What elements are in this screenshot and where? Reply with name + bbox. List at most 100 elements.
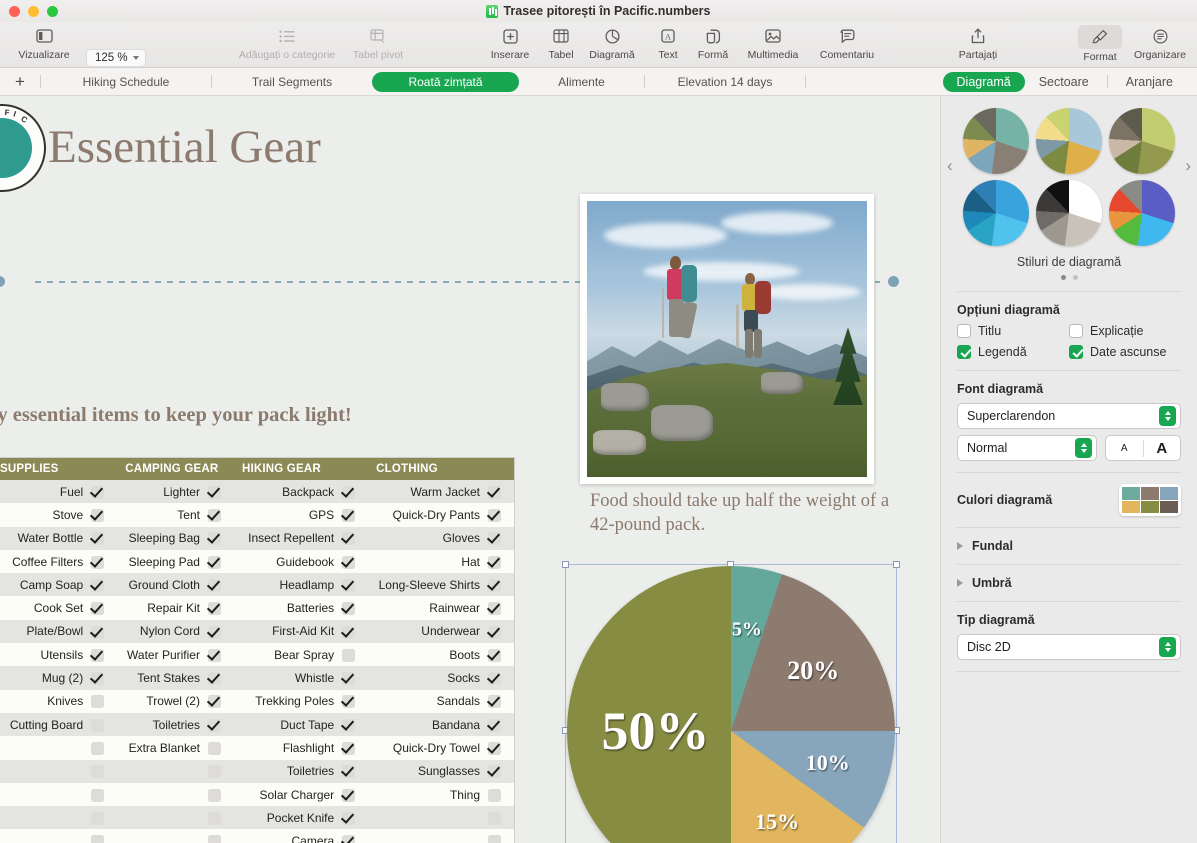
table-cell-label[interactable] — [0, 783, 91, 806]
table-cell-label[interactable] — [117, 760, 208, 783]
font-size-increase-button[interactable]: A — [1143, 440, 1181, 457]
table-cell-checkbox[interactable] — [91, 806, 117, 829]
table-cell-checkbox[interactable] — [208, 573, 234, 596]
checkbox-checked-icon[interactable] — [342, 556, 355, 569]
checkbox-checked-icon[interactable] — [208, 509, 221, 522]
checkbox-unchecked-icon[interactable] — [488, 835, 501, 843]
table-cell-label[interactable] — [117, 829, 208, 843]
table-cell-label[interactable]: Backpack — [234, 480, 342, 503]
checkbox-checked-icon[interactable] — [91, 486, 104, 499]
checkbox-checked-icon[interactable] — [488, 742, 501, 755]
table-cell-checkbox[interactable] — [488, 760, 514, 783]
table-cell-label[interactable]: Extra Blanket — [117, 736, 208, 759]
toolbar-add-category-button[interactable]: Adăugați o categorie — [222, 25, 352, 61]
font-size-decrease-button[interactable]: A — [1106, 443, 1143, 454]
table-cell-label[interactable]: Toiletries — [117, 713, 208, 736]
table-cell-label[interactable]: Trowel (2) — [117, 690, 208, 713]
table-cell-checkbox[interactable] — [342, 783, 368, 806]
table-cell-checkbox[interactable] — [342, 550, 368, 573]
table-cell-checkbox[interactable] — [91, 503, 117, 526]
sheet-tab-roata-zimtata[interactable]: Roată zimțată — [372, 72, 519, 92]
font-size-toggle[interactable]: A A — [1105, 435, 1181, 461]
table-cell-checkbox[interactable] — [342, 503, 368, 526]
checkbox-checked-icon[interactable] — [91, 602, 104, 615]
table-cell-label[interactable]: Quick-Dry Towel — [368, 736, 488, 759]
checkbox-unchecked-icon[interactable] — [488, 812, 501, 825]
table-cell-checkbox[interactable] — [342, 620, 368, 643]
chart-type-select[interactable]: Disc 2D — [957, 634, 1181, 660]
table-cell-checkbox[interactable] — [208, 503, 234, 526]
table-cell-label[interactable]: Stove — [0, 503, 91, 526]
gear-checklist-table[interactable]: SUPPLIES CAMPING GEAR HIKING GEAR CLOTHI… — [0, 458, 514, 843]
checkbox-unchecked-icon[interactable] — [208, 765, 221, 778]
table-cell-checkbox[interactable] — [91, 596, 117, 619]
table-row[interactable]: Camera — [0, 829, 514, 843]
table-cell-label[interactable]: Sleeping Pad — [117, 550, 208, 573]
checkbox-checked-icon[interactable] — [208, 695, 221, 708]
table-row[interactable]: FuelLighterBackpackWarm Jacket — [0, 480, 514, 503]
table-cell-label[interactable]: Ground Cloth — [117, 573, 208, 596]
table-cell-label[interactable]: Knives — [0, 690, 91, 713]
table-cell-checkbox[interactable] — [342, 480, 368, 503]
checkbox-checked-icon[interactable] — [488, 765, 501, 778]
checkbox-unchecked-icon[interactable] — [208, 789, 221, 802]
table-cell-checkbox[interactable] — [488, 527, 514, 550]
background-section-header[interactable]: Fundal — [957, 539, 1181, 553]
table-cell-label[interactable] — [0, 760, 91, 783]
table-cell-checkbox[interactable] — [91, 736, 117, 759]
table-cell-label[interactable]: Headlamp — [234, 573, 342, 596]
checkbox-checked-icon[interactable] — [91, 672, 104, 685]
table-cell-label[interactable]: Cutting Board — [0, 713, 91, 736]
table-cell-checkbox[interactable] — [488, 666, 514, 689]
tab-aranjare[interactable]: Aranjare — [1112, 72, 1187, 92]
table-cell-label[interactable]: Batteries — [234, 596, 342, 619]
checkbox-checked-icon[interactable] — [342, 626, 355, 639]
table-cell-label[interactable]: Water Purifier — [117, 643, 208, 666]
table-row[interactable]: KnivesTrowel (2)Trekking PolesSandals — [0, 690, 514, 713]
table-cell-label[interactable] — [0, 829, 91, 843]
table-cell-label[interactable]: Bear Spray — [234, 643, 342, 666]
checkbox-checked-icon[interactable] — [488, 509, 501, 522]
table-cell-label[interactable]: Cook Set — [0, 596, 91, 619]
checkbox-unchecked-icon[interactable] — [91, 765, 104, 778]
table-cell-label[interactable]: Duct Tape — [234, 713, 342, 736]
option-explicatie[interactable]: Explicație — [1069, 324, 1181, 338]
table-cell-label[interactable]: Pocket Knife — [234, 806, 342, 829]
checkbox-checked-icon[interactable] — [208, 579, 221, 592]
table-cell-checkbox[interactable] — [208, 480, 234, 503]
checkbox-unchecked-icon[interactable] — [488, 789, 501, 802]
toolbar-pivot-table-button[interactable]: Tabel pivot — [344, 25, 412, 61]
table-cell-label[interactable]: Insect Repellent — [234, 527, 342, 550]
table-cell-checkbox[interactable] — [342, 760, 368, 783]
checkbox-checked-icon[interactable] — [488, 579, 501, 592]
toolbar-media-button[interactable]: Multimedia — [738, 25, 808, 61]
chevron-right-icon[interactable]: › — [1185, 156, 1191, 176]
table-row[interactable]: Cook SetRepair KitBatteriesRainwear — [0, 596, 514, 619]
table-cell-label[interactable] — [117, 783, 208, 806]
table-cell-checkbox[interactable] — [208, 713, 234, 736]
toolbar-organize-button[interactable]: Organizare — [1126, 25, 1194, 61]
table-cell-label[interactable]: Plate/Bowl — [0, 620, 91, 643]
checkbox-checked-icon[interactable] — [488, 672, 501, 685]
table-cell-checkbox[interactable] — [91, 690, 117, 713]
table-cell-checkbox[interactable] — [208, 783, 234, 806]
table-cell-label[interactable]: Camp Soap — [0, 573, 91, 596]
table-cell-label[interactable]: Toiletries — [234, 760, 342, 783]
checkbox-checked-icon[interactable] — [208, 532, 221, 545]
table-cell-label[interactable]: Water Bottle — [0, 527, 91, 550]
table-cell-checkbox[interactable] — [488, 596, 514, 619]
table-cell-label[interactable]: Mug (2) — [0, 666, 91, 689]
checkbox-checked-icon[interactable] — [488, 532, 501, 545]
checkbox-checked-icon[interactable] — [488, 719, 501, 732]
table-cell-label[interactable]: GPS — [234, 503, 342, 526]
table-cell-label[interactable] — [0, 806, 91, 829]
table-cell-label[interactable]: Coffee Filters — [0, 550, 91, 573]
table-cell-checkbox[interactable] — [91, 480, 117, 503]
table-cell-label[interactable]: Gloves — [368, 527, 488, 550]
checkbox-unchecked-icon[interactable] — [91, 695, 104, 708]
checkbox-checked-icon[interactable] — [488, 649, 501, 662]
column-header-hiking-gear[interactable]: HIKING GEAR — [234, 458, 368, 480]
pager-dot-1[interactable] — [1061, 275, 1066, 280]
checkbox-checked-icon[interactable] — [488, 486, 501, 499]
table-cell-label[interactable]: Rainwear — [368, 596, 488, 619]
